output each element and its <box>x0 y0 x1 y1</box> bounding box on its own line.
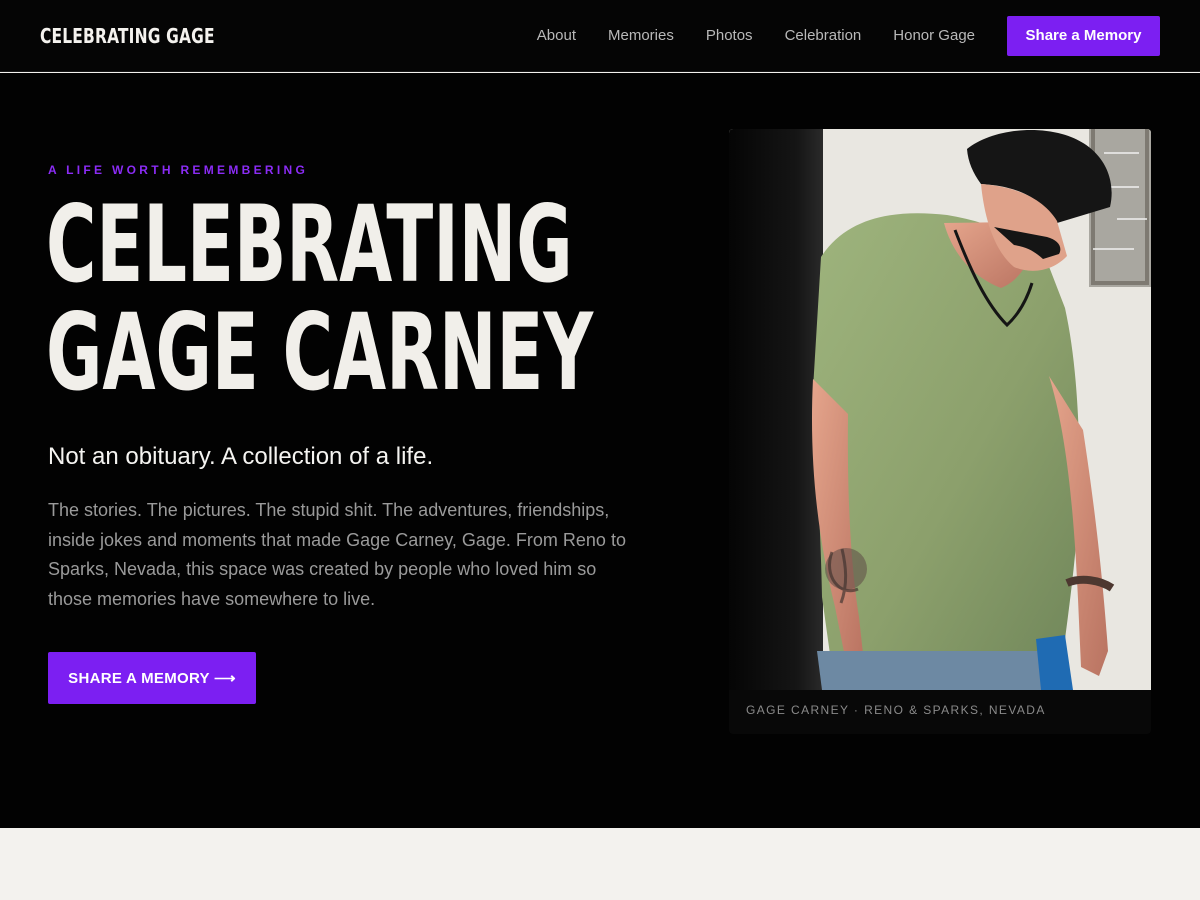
nav-memories-link[interactable]: Memories <box>608 27 674 44</box>
photo-caption: GAGE CARNEY · RENO & SPARKS, NEVADA <box>746 703 1046 717</box>
hero-eyebrow: A LIFE WORTH REMEMBERING <box>48 163 309 177</box>
site-logo[interactable]: CELEBRATING GAGE <box>40 24 215 48</box>
hero-description: The stories. The pictures. The stupid sh… <box>48 500 626 609</box>
nav-honor-gage-link[interactable]: Honor Gage <box>893 27 975 44</box>
navigation-links: About Memories Photos Celebration Honor … <box>505 15 1160 56</box>
hero-title-line-1: CELEBRATING <box>46 183 573 306</box>
next-section-background <box>0 828 1200 900</box>
hero-section: A LIFE WORTH REMEMBERING CELEBRATING GAG… <box>0 73 1200 828</box>
gage-photo-card: GAGE CARNEY · RENO & SPARKS, NEVADA <box>729 129 1151 734</box>
nav-about-link[interactable]: About <box>537 27 576 44</box>
gage-portrait-photo <box>729 129 1151 690</box>
hero-title: CELEBRATING GAGE CARNEY <box>46 191 593 407</box>
share-memory-nav-button[interactable]: Share a Memory <box>1007 15 1160 56</box>
hero-title-line-2: GAGE CARNEY <box>46 291 594 414</box>
hero-subtitle: Not an obituary. A collection of a life. <box>48 443 434 470</box>
portrait-illustration <box>729 129 1151 690</box>
share-memory-hero-button[interactable]: SHARE A MEMORY ⟶ <box>48 652 256 704</box>
nav-photos-link[interactable]: Photos <box>706 27 753 44</box>
nav-celebration-link[interactable]: Celebration <box>785 27 862 44</box>
top-navigation: CELEBRATING GAGE About Memories Photos C… <box>0 0 1200 72</box>
